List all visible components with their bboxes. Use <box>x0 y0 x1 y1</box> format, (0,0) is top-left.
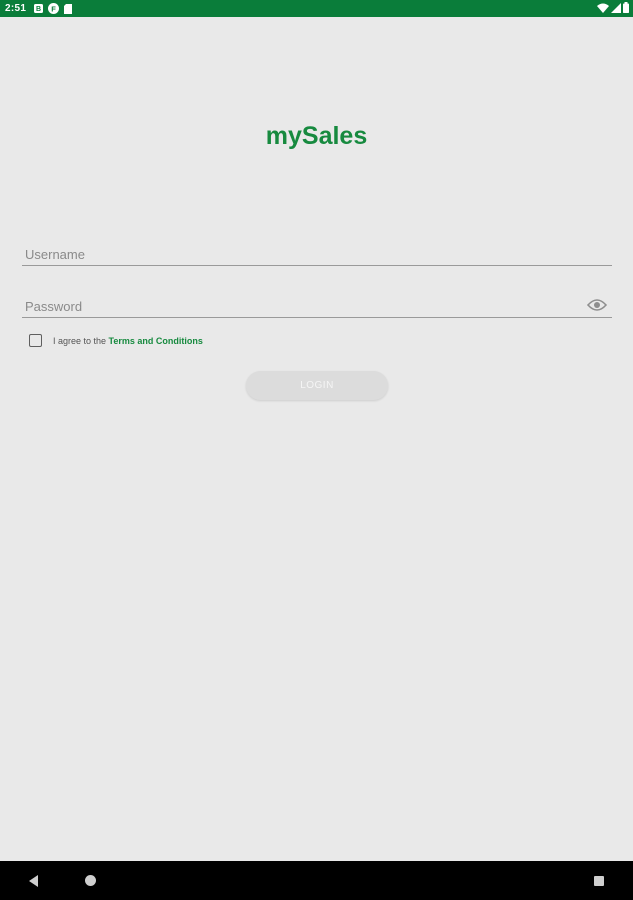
terms-prefix: I agree to the <box>53 335 109 346</box>
status-icons-right <box>597 2 629 13</box>
home-icon[interactable] <box>85 875 96 886</box>
username-input[interactable] <box>25 247 565 262</box>
status-icons-left: B F <box>34 3 73 14</box>
sim-card-icon <box>64 3 73 14</box>
back-icon[interactable] <box>28 875 40 887</box>
terms-row: I agree to the Terms and Conditions <box>29 334 203 347</box>
password-visibility-toggle[interactable] <box>586 297 608 313</box>
login-button[interactable]: LOGIN <box>246 371 388 400</box>
battery-icon <box>623 2 629 13</box>
wifi-icon <box>597 3 609 13</box>
notification-b-icon: B <box>34 4 44 13</box>
navigation-bar <box>0 861 633 900</box>
password-input[interactable] <box>25 299 565 314</box>
signal-icon <box>611 2 621 13</box>
recents-icon[interactable] <box>594 876 604 886</box>
terms-checkbox[interactable] <box>29 334 42 347</box>
password-field-container <box>22 295 612 318</box>
status-time: 2:51 <box>5 3 27 14</box>
notification-f-icon: F <box>48 3 60 14</box>
svg-text:B: B <box>36 6 41 13</box>
svg-text:F: F <box>51 4 56 13</box>
eye-icon <box>586 299 608 311</box>
username-field-container <box>22 243 612 266</box>
terms-link[interactable]: Terms and Conditions <box>109 336 203 346</box>
app-title: mySales <box>265 122 368 150</box>
status-bar: 2:51 B F <box>0 0 633 17</box>
terms-text: I agree to the Terms and Conditions <box>53 336 203 346</box>
